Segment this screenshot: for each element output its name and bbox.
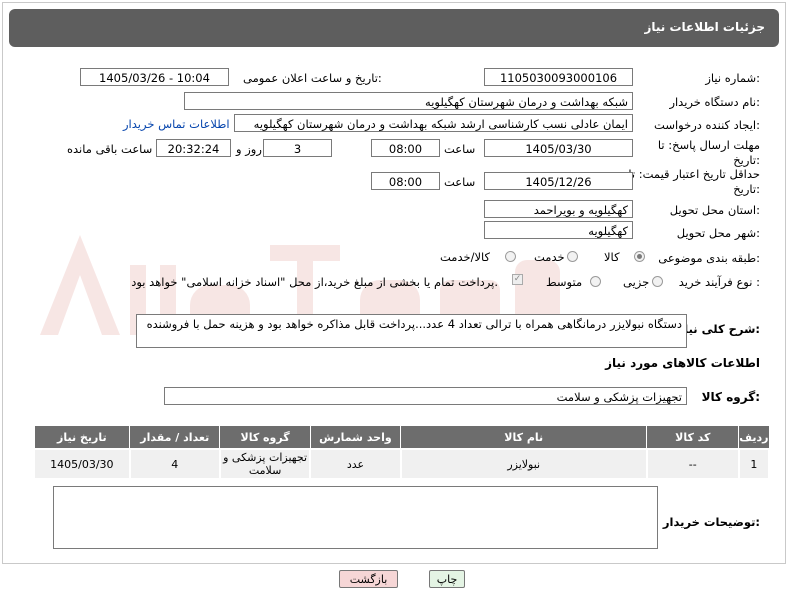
creator-label: ایجاد کننده درخواست: <box>654 118 760 132</box>
cell-need-date: 1405/03/30 <box>33 448 131 480</box>
col-header-quantity: تعداد / مقدار <box>129 425 221 450</box>
need-number-label: شماره نیاز: <box>705 71 760 85</box>
category-radio-goods-service[interactable] <box>505 251 516 262</box>
process-option-minor: جزیی <box>623 275 650 289</box>
price-time-field: 08:00 <box>371 172 440 190</box>
process-option-medium: متوسط <box>546 275 583 289</box>
announce-field: 1405/03/26 - 10:04 <box>80 68 229 86</box>
payment-checkbox[interactable]: ✓ <box>512 274 523 285</box>
need-number-field: 1105030093000106 <box>484 68 633 86</box>
print-button[interactable]: چاپ <box>429 570 465 588</box>
remaining-time-field: 20:32:24 <box>156 139 231 157</box>
buyer-org-label: نام دستگاه خریدار: <box>669 95 760 109</box>
category-option-goods-service: کالا/خدمت <box>440 250 491 264</box>
category-option-service: خدمت <box>534 250 565 264</box>
buyer-notes-textarea[interactable] <box>53 486 658 549</box>
col-header-item-group: گروه کالا <box>219 425 311 450</box>
col-header-need-date: تاریخ نیاز <box>33 425 131 450</box>
creator-field: ایمان عادلی نسب کارشناسی ارشد شبکه بهداش… <box>234 114 633 132</box>
price-date-field: 1405/12/26 <box>484 172 633 190</box>
process-radio-minor[interactable] <box>652 276 663 287</box>
table-header-row: ردیف کد کالا نام کالا واحد شمارش گروه کا… <box>33 425 770 450</box>
payment-note: پرداخت تمام یا بخشی از مبلغ خرید،از محل … <box>131 275 498 289</box>
province-field: کهگیلویه و بویراحمد <box>484 200 633 218</box>
col-header-row-number: ردیف <box>738 425 770 450</box>
announce-label: تاریخ و ساعت اعلان عمومی: <box>243 71 382 85</box>
category-option-goods: کالا <box>604 250 620 264</box>
col-header-item-name: نام کالا <box>400 425 648 450</box>
cell-item-group: تجهیزات پزشکی و سلامت <box>218 448 312 480</box>
description-label: شرح کلی نیاز: <box>677 322 760 336</box>
reply-date-field: 1405/03/30 <box>484 139 633 157</box>
days-label: روز و <box>236 142 262 156</box>
price-time-label: ساعت <box>444 175 476 189</box>
buyer-contact-link[interactable]: اطلاعات تماس خریدار <box>123 117 230 131</box>
city-field: کهگیلویه <box>484 221 633 239</box>
cell-row-number: 1 <box>737 448 771 480</box>
buyer-org-field: شبکه بهداشت و درمان شهرستان کهگیلویه <box>184 92 633 110</box>
category-radio-service[interactable] <box>567 251 578 262</box>
header-bar: جزئیات اطلاعات نیاز <box>9 9 779 47</box>
col-header-item-code: کد کالا <box>646 425 740 450</box>
remaining-label: ساعت باقی مانده <box>67 142 153 156</box>
category-label: طبقه بندی موضوعی: <box>658 251 760 265</box>
goods-section-title: اطلاعات کالاهای مورد نیاز <box>605 356 760 370</box>
cell-item-name: نبولایزر <box>399 448 648 480</box>
days-field: 3 <box>263 139 332 157</box>
description-textarea[interactable]: دستگاه نبولایزر درمانگاهی همراه با ترالی… <box>136 314 687 348</box>
category-radio-goods[interactable] <box>634 251 645 262</box>
reply-time-label: ساعت <box>444 142 476 156</box>
reply-time-field: 08:00 <box>371 139 440 157</box>
page-title: جزئیات اطلاعات نیاز <box>644 20 765 34</box>
province-label: استان محل تحویل: <box>669 203 760 217</box>
col-header-unit: واحد شمارش <box>309 425 402 450</box>
process-radio-medium[interactable] <box>590 276 601 287</box>
process-label: نوع فرآیند خرید : <box>678 275 760 289</box>
cell-unit: عدد <box>309 448 402 480</box>
cell-item-code: -- <box>645 448 740 480</box>
cell-quantity: 4 <box>128 448 221 480</box>
back-button[interactable]: بازگشت <box>339 570 398 588</box>
reply-deadline-label: مهلت ارسال پاسخ: تا تاریخ: <box>657 138 760 167</box>
goods-table: ردیف کد کالا نام کالا واحد شمارش گروه کا… <box>33 425 771 480</box>
goods-group-field: تجهیزات پزشکی و سلامت <box>164 387 687 405</box>
table-row: 1 -- نبولایزر عدد تجهیزات پزشکی و سلامت … <box>33 448 771 480</box>
goods-group-label: گروه کالا: <box>701 390 760 404</box>
city-label: شهر محل تحویل: <box>676 226 760 240</box>
buyer-notes-label: توضیحات خریدار: <box>662 515 760 529</box>
